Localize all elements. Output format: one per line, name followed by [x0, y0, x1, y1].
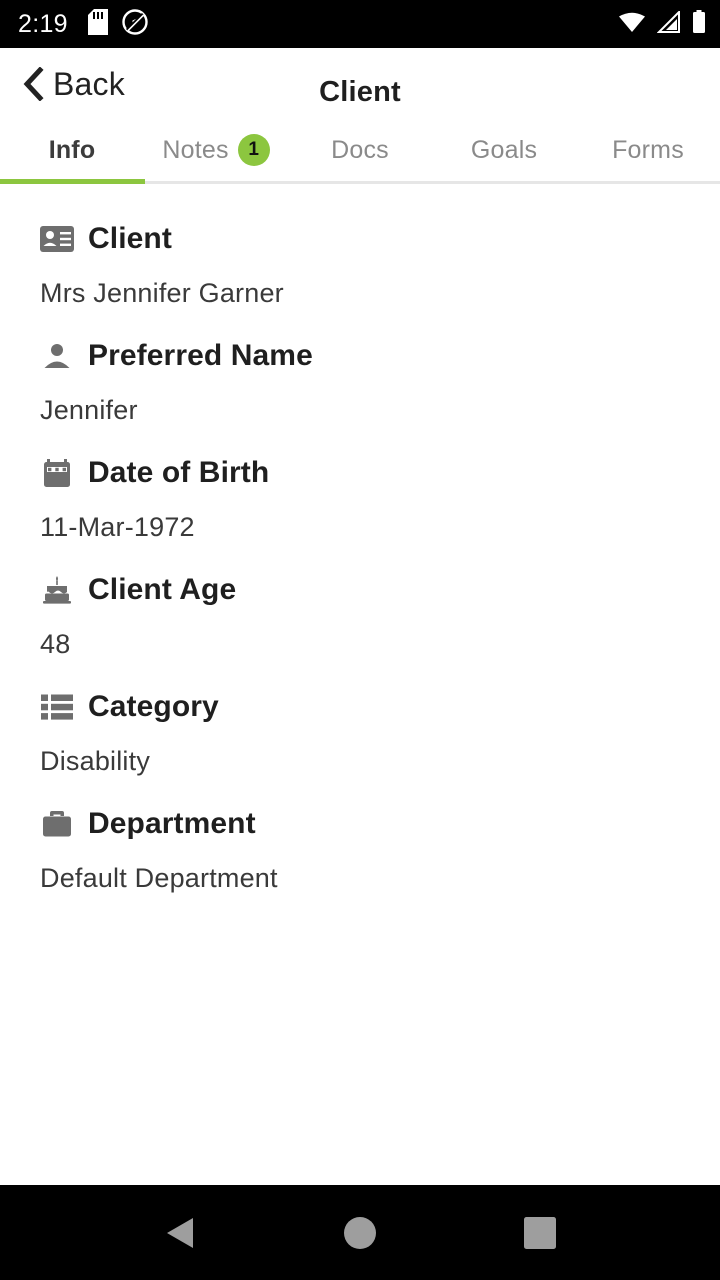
status-bar-right-icons	[618, 9, 706, 39]
field-preferred-name-value: Jennifer	[40, 395, 138, 426]
tab-forms[interactable]: Forms	[576, 120, 720, 180]
back-button-label: Back	[53, 65, 125, 102]
tab-notes[interactable]: Notes 1	[144, 120, 288, 180]
sd-card-icon	[87, 8, 108, 40]
field-client-age-header: Client Age	[40, 569, 680, 611]
field-date-of-birth-header: Date of Birth	[40, 452, 680, 494]
field-client-age-value: 48	[40, 629, 71, 660]
field-client-header: Client	[40, 218, 680, 260]
tab-notes-label: Notes	[162, 135, 229, 164]
client-info-panel: Client Mrs Jennifer Garner Preferred Nam…	[0, 184, 720, 1185]
field-category-label: Category	[88, 690, 219, 724]
field-department-header: Department	[40, 803, 680, 845]
cellular-signal-icon	[656, 9, 681, 38]
home-circle-icon[interactable]	[325, 1198, 395, 1268]
tab-docs[interactable]: Docs	[288, 120, 432, 180]
field-date-of-birth: Date of Birth 11-Mar-1972	[40, 452, 680, 543]
tab-goals[interactable]: Goals	[432, 120, 576, 180]
list-icon	[40, 690, 74, 724]
field-preferred-name-header: Preferred Name	[40, 335, 680, 377]
field-date-of-birth-label: Date of Birth	[88, 456, 270, 490]
battery-icon	[692, 9, 706, 39]
tab-forms-label: Forms	[612, 135, 684, 164]
calendar-icon	[40, 456, 74, 490]
app-header: Back Client	[0, 48, 720, 120]
tab-notes-badge: 1	[237, 134, 270, 166]
android-navigation-bar	[0, 1185, 720, 1280]
field-client-age-label: Client Age	[88, 573, 237, 607]
person-icon	[40, 339, 74, 373]
location-off-icon	[122, 8, 148, 40]
tab-info-label: Info	[48, 135, 96, 164]
status-bar-clock: 2:19	[18, 9, 68, 38]
back-button[interactable]: Back	[0, 66, 125, 103]
tab-goals-label: Goals	[470, 135, 538, 164]
field-category-header: Category	[40, 686, 680, 728]
field-client-age: Client Age 48	[40, 569, 680, 660]
field-client-value: Mrs Jennifer Garner	[40, 278, 284, 308]
field-client: Client Mrs Jennifer Garner	[40, 218, 680, 309]
recents-square-icon[interactable]	[505, 1198, 575, 1268]
field-preferred-name-label: Preferred Name	[88, 339, 313, 373]
back-triangle-icon[interactable]	[145, 1198, 215, 1268]
tab-docs-label: Docs	[331, 135, 389, 164]
contact-card-icon	[40, 222, 74, 256]
field-date-of-birth-value: 11-Mar-1972	[40, 512, 195, 543]
field-preferred-name: Preferred Name Jennifer	[40, 335, 680, 426]
tab-info[interactable]: Info	[0, 120, 144, 180]
field-department-value: Default Department	[40, 863, 278, 894]
field-department: Department Default Department	[40, 803, 680, 894]
status-bar-left-icons	[87, 8, 148, 40]
birthday-cake-icon	[40, 573, 74, 607]
field-category: Category Disability	[40, 686, 680, 777]
status-bar: 2:19	[0, 0, 720, 48]
field-client-label: Client	[88, 222, 172, 255]
field-department-label: Department	[88, 807, 256, 841]
wifi-icon	[618, 11, 646, 38]
chevron-left-icon	[22, 66, 44, 102]
briefcase-icon	[40, 807, 74, 841]
tab-active-indicator	[0, 179, 145, 184]
tab-bar: Info Notes 1 Docs Goals Forms	[0, 120, 720, 184]
app-screen: 2:19 Back Client Info Notes 1 Docs Goals…	[0, 0, 720, 1280]
field-category-value: Disability	[40, 746, 151, 777]
